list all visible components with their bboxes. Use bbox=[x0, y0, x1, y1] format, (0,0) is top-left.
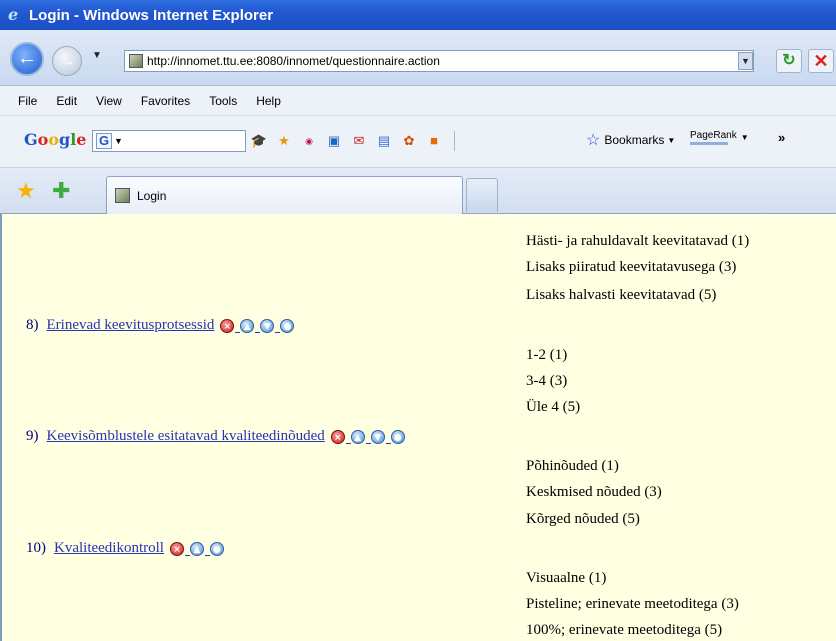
option-text: Visuaalne (1) bbox=[526, 570, 607, 586]
address-url: http://innomet.ttu.ee:8080/innomet/quest… bbox=[147, 54, 440, 68]
tab-title: Login bbox=[137, 188, 167, 203]
highlight-icon[interactable]: ■ bbox=[425, 132, 443, 150]
pagerank-label: PageRank bbox=[690, 130, 737, 141]
google-logo[interactable]: Google bbox=[24, 130, 86, 149]
edit-icon[interactable]: ● bbox=[209, 541, 224, 556]
google-search-badge[interactable]: G bbox=[96, 133, 112, 149]
option-text: Lisaks halvasti keevitatavad (5) bbox=[526, 287, 717, 303]
recent-pages-dropdown-icon[interactable]: ▼ bbox=[92, 50, 102, 61]
google-search-input[interactable]: G ▼ bbox=[92, 130, 246, 152]
edit-icon[interactable]: ● bbox=[390, 429, 405, 444]
menu-favorites[interactable]: Favorites bbox=[141, 94, 190, 108]
google-toolbar-icons: 🎓 ★ ◉ ▣ ✉ ▤ ✿ ■ bbox=[250, 130, 463, 152]
google-star-icon[interactable]: ★ bbox=[275, 132, 293, 150]
option-text: Hästi- ja rahuldavalt keevitatavad (1) bbox=[526, 233, 750, 249]
page-content: Hästi- ja rahuldavalt keevitatavad (1) L… bbox=[0, 214, 836, 641]
stop-button[interactable]: ✕ bbox=[808, 49, 834, 73]
bookmarks-label: Bookmarks bbox=[604, 133, 665, 147]
tab-bar: ★ ✚ Login bbox=[0, 168, 836, 214]
blogger-icon[interactable]: ▣ bbox=[325, 132, 343, 150]
window-titlebar: e Login - Windows Internet Explorer bbox=[0, 0, 836, 30]
window-title: Login - Windows Internet Explorer bbox=[29, 6, 274, 24]
tab-favicon-icon bbox=[115, 188, 130, 203]
edit-icon[interactable]: ● bbox=[280, 318, 295, 333]
delete-icon[interactable]: × bbox=[220, 318, 241, 333]
question-row: 10) Kvaliteedikontroll × ▲ ● bbox=[26, 540, 230, 557]
delete-icon[interactable]: × bbox=[169, 541, 190, 556]
site-favicon-icon bbox=[129, 54, 143, 68]
menu-edit[interactable]: Edit bbox=[56, 94, 77, 108]
graduation-cap-icon[interactable]: 🎓 bbox=[250, 132, 268, 150]
back-button[interactable]: ← bbox=[10, 42, 44, 76]
favorites-star-icon[interactable]: ★ bbox=[16, 180, 36, 202]
question-link[interactable]: Erinevad keevitusprotsessid bbox=[47, 317, 215, 334]
question-link[interactable]: Keevisõmblustele esitatavad kvaliteedinõ… bbox=[47, 428, 325, 445]
new-tab-button[interactable] bbox=[466, 178, 498, 212]
option-text: Põhinõuded (1) bbox=[526, 458, 619, 474]
question-actions: × ▲ ● bbox=[169, 541, 230, 556]
spell-check-icon[interactable]: ✿ bbox=[400, 132, 418, 150]
menu-view[interactable]: View bbox=[96, 94, 122, 108]
bookmark-star-icon: ☆ bbox=[586, 132, 601, 149]
option-text: Üle 4 (5) bbox=[526, 399, 581, 415]
bookmarks-button[interactable]: ☆ Bookmarks ▼ bbox=[586, 130, 675, 150]
up-icon[interactable]: ▲ bbox=[189, 541, 210, 556]
question-actions: × ▲ ▼ ● bbox=[330, 429, 411, 444]
refresh-button[interactable]: ↻ bbox=[776, 49, 802, 73]
address-input[interactable]: http://innomet.ttu.ee:8080/innomet/quest… bbox=[124, 50, 754, 72]
pagerank-indicator[interactable]: PageRank ▼ bbox=[690, 130, 749, 145]
menu-bar: File Edit View Favorites Tools Help bbox=[0, 86, 836, 116]
pagerank-bar bbox=[690, 142, 728, 145]
tab-login[interactable]: Login bbox=[106, 176, 463, 214]
up-icon[interactable]: ▲ bbox=[350, 429, 371, 444]
down-icon[interactable]: ▼ bbox=[260, 318, 281, 333]
option-text: Pisteline; erinevate meetoditega (3) bbox=[526, 596, 739, 612]
option-text: 100%; erinevate meetoditega (5) bbox=[526, 622, 723, 638]
question-row: 9) Keevisõmblustele esitatavad kvaliteed… bbox=[26, 428, 411, 445]
question-actions: × ▲ ▼ ● bbox=[220, 318, 300, 333]
chevron-down-icon: ▼ bbox=[740, 133, 749, 142]
toolbar-separator bbox=[454, 131, 455, 151]
option-text: 1-2 (1) bbox=[526, 347, 568, 363]
down-icon[interactable]: ▼ bbox=[370, 429, 391, 444]
google-toolbar: Google G ▼ 🎓 ★ ◉ ▣ ✉ ▤ ✿ ■ ☆ Bookmarks ▼… bbox=[0, 116, 836, 168]
option-text: Kõrged nõuded (5) bbox=[526, 511, 640, 527]
question-number: 8) bbox=[26, 317, 39, 333]
calendar-icon[interactable]: ▤ bbox=[375, 132, 393, 150]
menu-tools[interactable]: Tools bbox=[209, 94, 237, 108]
menu-file[interactable]: File bbox=[18, 94, 37, 108]
address-dropdown-icon[interactable]: ▼ bbox=[738, 52, 753, 70]
ie-logo-icon: e bbox=[8, 5, 19, 24]
option-text: 3-4 (3) bbox=[526, 373, 568, 389]
delete-icon[interactable]: × bbox=[330, 429, 351, 444]
orkut-icon[interactable]: ◉ bbox=[300, 132, 318, 150]
add-favorites-icon[interactable]: ✚ bbox=[52, 180, 70, 202]
menu-help[interactable]: Help bbox=[256, 94, 281, 108]
option-text: Keskmised nõuded (3) bbox=[526, 484, 662, 500]
mail-icon[interactable]: ✉ bbox=[350, 132, 368, 150]
question-number: 10) bbox=[26, 540, 46, 556]
up-icon[interactable]: ▲ bbox=[240, 318, 261, 333]
navigation-bar: ← → ▼ http://innomet.ttu.ee:8080/innomet… bbox=[0, 30, 836, 86]
forward-button[interactable]: → bbox=[52, 46, 82, 76]
more-chevron-icon[interactable]: » bbox=[778, 130, 785, 145]
question-link[interactable]: Kvaliteedikontroll bbox=[54, 540, 164, 557]
option-text: Lisaks piiratud keevitatavusega (3) bbox=[526, 259, 737, 275]
chevron-down-icon: ▼ bbox=[667, 135, 676, 145]
question-row: 8) Erinevad keevitusprotsessid × ▲ ▼ ● bbox=[26, 317, 300, 334]
question-number: 9) bbox=[26, 428, 39, 444]
chevron-down-icon[interactable]: ▼ bbox=[114, 136, 123, 146]
